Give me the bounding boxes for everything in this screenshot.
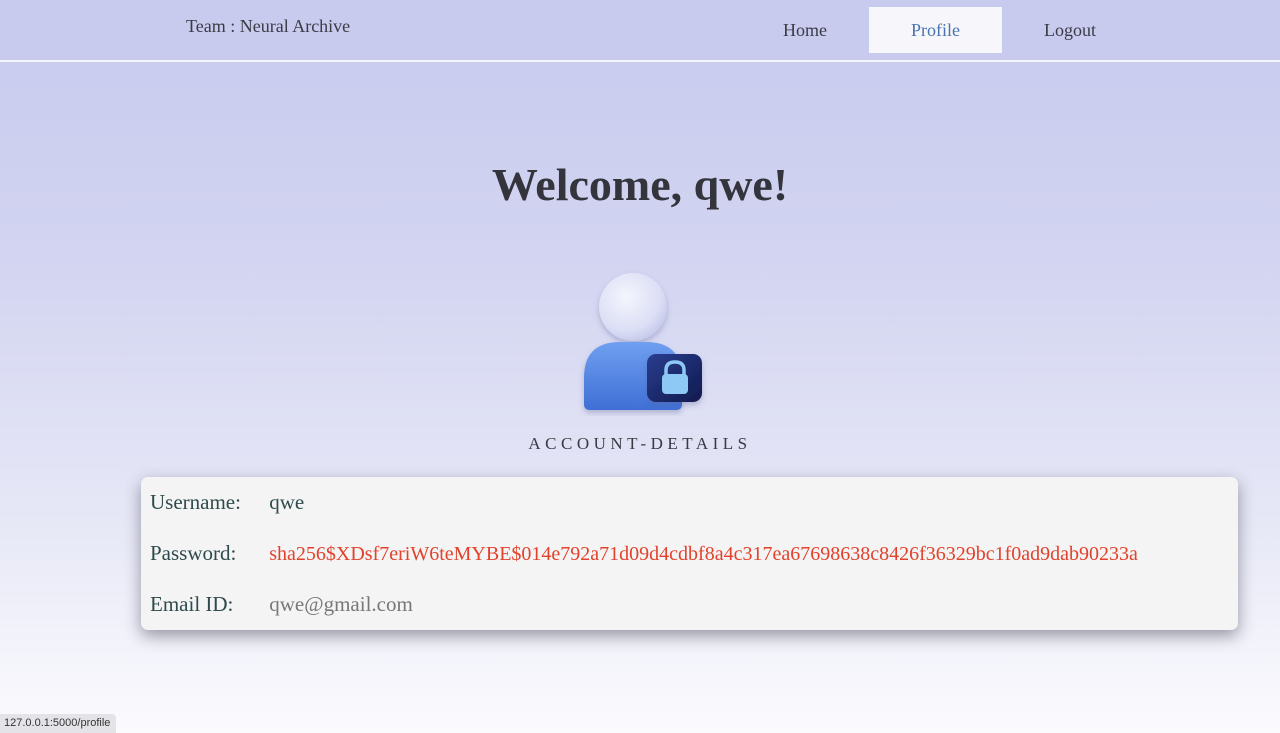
username-label: Username:: [150, 490, 241, 514]
status-url: 127.0.0.1:5000/profile: [0, 714, 117, 733]
detail-row-password: Password: sha256$XDsf7eriW6teMYBE$014e79…: [150, 541, 1138, 566]
nav-logout-link[interactable]: Logout: [1025, 7, 1115, 53]
brand-title: Team : Neural Archive: [186, 16, 351, 36]
username-value: qwe: [269, 490, 305, 514]
nav-home-link[interactable]: Home: [760, 7, 850, 53]
detail-row-username: Username: qwe: [150, 490, 304, 515]
section-label: ACCOUNT-DETAILS: [528, 434, 752, 453]
email-label: Email ID:: [150, 592, 234, 616]
password-value: sha256$XDsf7eriW6teMYBE$014e792a71d09d4c…: [269, 543, 1138, 565]
email-value: qwe@gmail.com: [269, 592, 413, 616]
welcome-heading: Welcome, qwe!: [491, 159, 789, 210]
password-label: Password:: [150, 541, 237, 565]
navbar: Team : Neural Archive Home Profile Logou…: [0, 0, 1280, 62]
account-details-card: Username: qwe Password: sha256$XDsf7eriW…: [141, 477, 1238, 630]
user-lock-icon: [574, 266, 708, 416]
detail-row-email: Email ID: qwe@gmail.com: [150, 592, 413, 617]
nav-profile-link[interactable]: Profile: [869, 7, 1002, 53]
